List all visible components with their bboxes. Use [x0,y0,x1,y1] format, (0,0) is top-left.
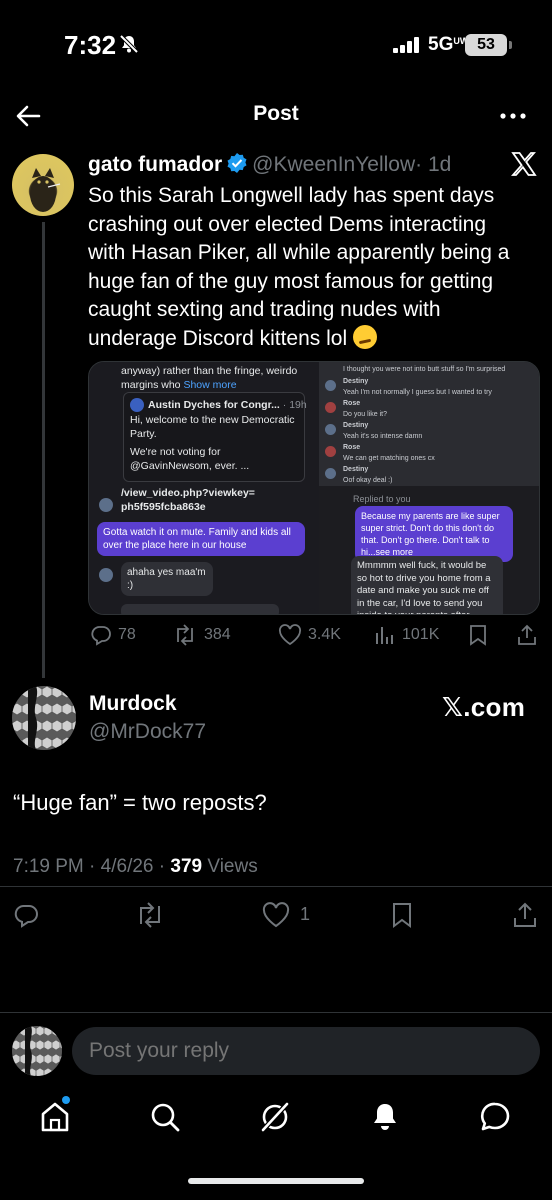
composer-avatar [12,1026,62,1076]
media-avatar [325,468,336,479]
bookmark-icon[interactable] [390,901,414,934]
home-indicator[interactable] [188,1178,364,1184]
reply-icon [91,626,111,646]
media-chat-line: I thought you were not into butt stuff s… [343,366,506,373]
avatar[interactable] [12,154,74,216]
media-avatar [325,402,336,413]
reply-button[interactable]: 78 [90,624,136,646]
page-title: Post [253,102,299,125]
notifications-icon[interactable] [368,1100,402,1139]
post-media-image[interactable]: anyway) rather than the fringe, weirdo m… [88,361,540,615]
bookmark-icon [470,625,486,646]
share-button[interactable] [516,624,538,646]
repost-icon[interactable] [134,902,166,933]
reply-author-handle[interactable]: @MrDock77 [89,720,206,744]
media-chat-line: Destiny Yeah I'm not normally I guess but… [343,378,492,396]
media-chat-line: Rose Do you like it? [343,400,387,418]
media-bubble: Because my parents are like super super … [355,506,513,562]
xcom-badge: 𝕏.com [442,692,526,722]
media-chat-line: Rose We can get matching ones cx [343,444,435,462]
repost-count: 384 [204,626,231,643]
avatar[interactable] [12,686,76,750]
media-bubble-cut [121,604,279,614]
media-video-link: /view_video.php?viewkey=ph5f595fcba863e [121,487,255,513]
repost-button[interactable]: 384 [172,624,231,646]
battery-tip [509,41,512,49]
media-card-text: We're not voting for @GavinNewsom, ever.… [130,446,250,472]
grok-icon[interactable] [258,1100,292,1139]
reply-meta: 7:19 PM · 4/6/26 · 379 Views [13,856,258,877]
media-avatar [325,446,336,457]
reply-text: “Huge fan” = two reposts? [13,790,267,815]
post-author-line: gato fumador @KweenInYellow· 1d [88,152,451,180]
reply-action-row: 1 [0,898,552,932]
repost-icon [177,624,193,646]
divider [0,886,552,887]
heart-icon [279,624,301,646]
post-action-row: 78 384 3.4K 101K [88,624,540,652]
status-bar: 7:32 5GUW 53 [0,0,552,80]
media-avatar [325,424,336,435]
bottom-tab-bar [0,1090,552,1150]
battery-indicator: 53 [465,34,507,56]
media-avatar [99,568,113,582]
views-button[interactable]: 101K [374,624,439,646]
views-count: 101K [402,626,440,643]
share-icon [518,624,536,645]
media-chat-line: Destiny Yeah it's so intense damn [343,422,423,440]
reply-count: 78 [118,626,136,643]
media-card-name: Austin Dyches for Congr... · 19h [148,399,307,411]
network-indicator: 5GUW [428,34,469,55]
heart-icon[interactable] [262,902,290,933]
signal-icon [393,37,421,58]
like-count: 1 [300,904,311,924]
post-header: Post [0,92,552,140]
media-text: anyway) rather than the fringe, weirdo m… [121,365,298,391]
like-button[interactable]: 3.4K [278,624,341,646]
media-left-panel: anyway) rather than the fringe, weirdo m… [89,362,319,614]
bell-off-icon [118,34,140,59]
media-quote-card: Austin Dyches for Congr... · 19h Hi, wel… [123,392,307,482]
reply-icon[interactable] [14,902,40,933]
home-icon[interactable] [38,1100,72,1139]
media-bubble: Mmmmm well fuck, it would be so hot to d… [351,556,503,614]
divider [0,1012,552,1013]
post-time: · 1d [415,153,452,176]
media-bubble: ahaha yes maa'm :) [121,562,213,596]
notification-dot [62,1096,70,1104]
bookmark-button[interactable] [468,624,488,646]
media-card-text: Hi, welcome to the new Democratic Party. [130,414,295,440]
verified-badge-icon [226,152,248,180]
media-replied-label: Replied to you [353,494,411,504]
media-avatar [99,498,113,512]
messages-icon[interactable] [478,1100,512,1139]
media-chat-line: Destiny Oof okay deal :) [343,466,393,484]
author-name[interactable]: gato fumador [88,153,222,176]
like-count: 3.4K [308,626,341,643]
status-time: 7:32 [64,30,117,60]
thread-line [42,222,45,678]
media-avatar [130,398,144,412]
reply-input[interactable] [72,1027,540,1075]
media-avatar [325,380,336,391]
woozy-face-icon [352,324,377,349]
media-bubble: Gotta watch it on mute. Family and kids … [97,522,305,556]
reply-author-name[interactable]: Murdock [89,692,177,716]
media-chat-panel: I thought you were not into butt stuff s… [319,362,539,486]
x-logo-icon [510,150,538,183]
post-text: So this Sarah Longwell lady has spent da… [88,184,510,350]
search-icon[interactable] [148,1100,182,1139]
media-dm-panel: Replied to you Because my parents are li… [319,486,539,614]
author-handle[interactable]: @KweenInYellow [252,153,415,176]
share-icon[interactable] [512,901,538,934]
more-icon[interactable] [498,104,528,133]
views-icon [376,627,393,644]
